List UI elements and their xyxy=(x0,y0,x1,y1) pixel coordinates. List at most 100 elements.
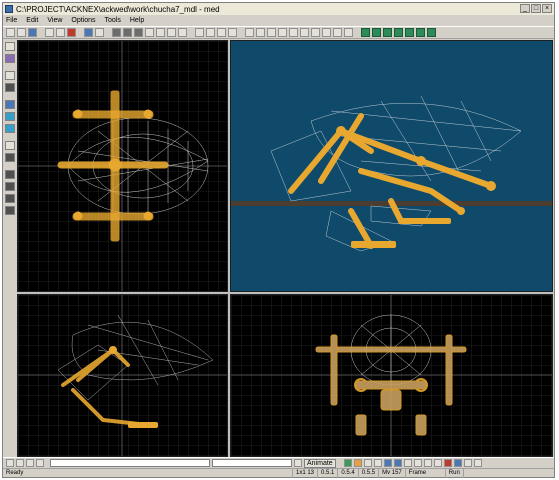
mirror-y-icon[interactable] xyxy=(311,28,320,37)
bone-link-icon[interactable] xyxy=(353,459,362,467)
menu-bar: File Edit View Options Tools Help xyxy=(3,15,554,26)
play-first-icon[interactable] xyxy=(361,28,370,37)
play-next-icon[interactable] xyxy=(405,28,414,37)
status-field-2: 0.5.1 xyxy=(318,469,339,478)
bone-move-icon[interactable] xyxy=(373,459,382,467)
copy-icon[interactable] xyxy=(56,28,65,37)
select-face-icon[interactable] xyxy=(5,54,15,63)
close-button[interactable]: × xyxy=(542,4,552,13)
bone-weight-icon[interactable] xyxy=(403,459,412,467)
redo-icon[interactable] xyxy=(95,28,104,37)
main-toolbar xyxy=(3,26,554,39)
split-icon[interactable] xyxy=(344,28,353,37)
left-toolbar xyxy=(3,40,17,455)
bone-scale-icon[interactable] xyxy=(393,459,402,467)
lasso-select-icon[interactable] xyxy=(5,83,15,92)
weld-icon[interactable] xyxy=(333,28,342,37)
paint-icon[interactable] xyxy=(5,112,15,121)
new-file-icon[interactable] xyxy=(6,28,15,37)
vertex-icon[interactable] xyxy=(267,28,276,37)
status-field-3: 0.5.4 xyxy=(338,469,359,478)
minimize-button[interactable]: _ xyxy=(520,4,530,13)
bone-mirror-icon[interactable] xyxy=(413,459,422,467)
side-viewport[interactable] xyxy=(17,294,228,457)
frame-first-icon[interactable] xyxy=(6,459,14,467)
frame-prev-icon[interactable] xyxy=(16,459,24,467)
frame-scrollbar[interactable] xyxy=(50,459,210,467)
bone-select-icon[interactable] xyxy=(363,459,372,467)
view-side-icon[interactable] xyxy=(156,28,165,37)
cut-icon[interactable] xyxy=(45,28,54,37)
texture-icon[interactable] xyxy=(5,100,15,109)
undo-icon[interactable] xyxy=(84,28,93,37)
menu-edit[interactable]: Edit xyxy=(26,17,38,24)
save-file-icon[interactable] xyxy=(28,28,37,37)
menu-view[interactable]: View xyxy=(47,17,62,24)
mirror-z-icon[interactable] xyxy=(322,28,331,37)
play-icon[interactable] xyxy=(383,28,392,37)
bone-rotate-icon[interactable] xyxy=(383,459,392,467)
bone-add-icon[interactable] xyxy=(343,459,352,467)
title-bar: C:\PROJECT\ACKNEX\ackwed\work\chucha7_md… xyxy=(3,3,554,15)
status-bar: Ready 1x1 13 0.5.1 0.5.4 0.5.5 Mv 157 Fr… xyxy=(3,468,554,478)
play-last-icon[interactable] xyxy=(416,28,425,37)
scale-icon[interactable] xyxy=(228,28,237,37)
app-window: C:\PROJECT\ACKNEX\ackwed\work\chucha7_md… xyxy=(2,2,555,478)
status-ready: Ready xyxy=(3,469,293,478)
select-icon[interactable] xyxy=(195,28,204,37)
paste-icon[interactable] xyxy=(67,28,76,37)
keyframe-add-icon[interactable] xyxy=(433,459,442,467)
zoom-icon[interactable] xyxy=(245,28,254,37)
view-front-icon[interactable] xyxy=(167,28,176,37)
skin-icon[interactable] xyxy=(5,124,15,133)
move-icon[interactable] xyxy=(206,28,215,37)
face-icon[interactable] xyxy=(278,28,287,37)
layer-2-icon[interactable] xyxy=(5,182,15,191)
box-select-icon[interactable] xyxy=(5,71,15,80)
pan-icon[interactable] xyxy=(256,28,265,37)
loop-icon[interactable] xyxy=(427,28,436,37)
status-field-5: Mv 157 xyxy=(379,469,406,478)
select-vertex-icon[interactable] xyxy=(5,42,15,51)
group-icon[interactable] xyxy=(5,141,15,150)
frame-last-icon[interactable] xyxy=(36,459,44,467)
menu-tools[interactable]: Tools xyxy=(105,17,121,24)
layer-1-icon[interactable] xyxy=(5,170,15,179)
frame-dropdown-icon[interactable] xyxy=(294,459,302,467)
bone-icon[interactable] xyxy=(289,28,298,37)
skeleton-bones-top xyxy=(57,90,169,242)
frame-selector[interactable] xyxy=(212,459,292,467)
keyframe-copy-icon[interactable] xyxy=(453,459,462,467)
app-icon xyxy=(5,5,13,13)
open-file-icon[interactable] xyxy=(17,28,26,37)
stop-icon[interactable] xyxy=(394,28,403,37)
layer-4-icon[interactable] xyxy=(5,206,15,215)
top-viewport[interactable] xyxy=(17,40,228,292)
maximize-button[interactable]: □ xyxy=(531,4,541,13)
view-persp-icon[interactable] xyxy=(178,28,187,37)
menu-file[interactable]: File xyxy=(6,17,17,24)
status-frame: Frame xyxy=(406,469,446,478)
perspective-viewport[interactable] xyxy=(230,40,553,292)
rotate-icon[interactable] xyxy=(217,28,226,37)
layer-3-icon[interactable] xyxy=(5,194,15,203)
frame-next-icon[interactable] xyxy=(26,459,34,467)
view-top-icon[interactable] xyxy=(145,28,154,37)
animation-bar: Animate xyxy=(3,457,554,468)
hide-icon[interactable] xyxy=(5,153,15,162)
status-field-4: 0.5.5 xyxy=(359,469,380,478)
animate-button[interactable]: Animate xyxy=(304,458,336,468)
menu-options[interactable]: Options xyxy=(71,17,95,24)
front-viewport[interactable] xyxy=(230,294,553,457)
keyframe-paste-icon[interactable] xyxy=(463,459,472,467)
status-run: Run xyxy=(446,469,464,478)
keyframe-delete-icon[interactable] xyxy=(443,459,452,467)
interpolate-icon[interactable] xyxy=(473,459,482,467)
play-prev-icon[interactable] xyxy=(372,28,381,37)
view-single-icon[interactable] xyxy=(112,28,121,37)
menu-help[interactable]: Help xyxy=(130,17,144,24)
view-quad-icon[interactable] xyxy=(123,28,132,37)
view-split-icon[interactable] xyxy=(134,28,143,37)
mirror-x-icon[interactable] xyxy=(300,28,309,37)
bone-delete-icon[interactable] xyxy=(423,459,432,467)
